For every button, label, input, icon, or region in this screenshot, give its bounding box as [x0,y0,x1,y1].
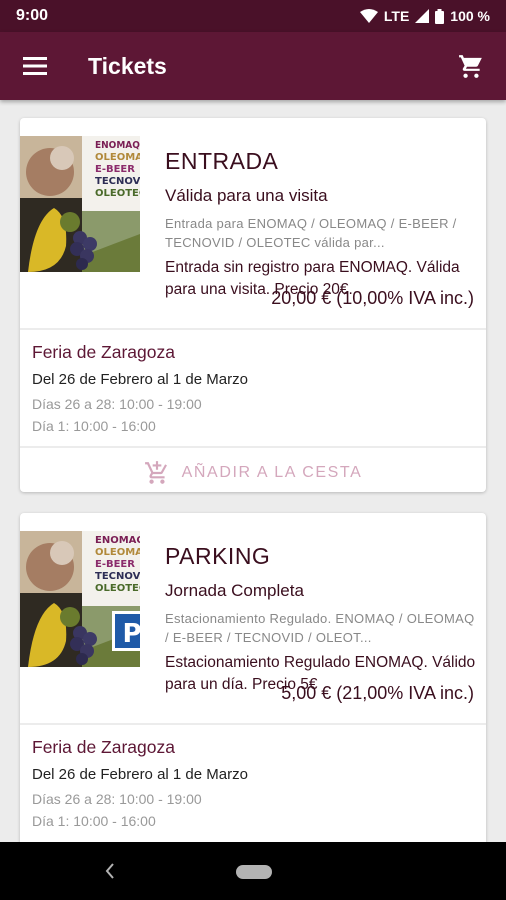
event-title: Feria de Zaragoza [32,342,175,362]
thumb-line-4: TECNOVID [95,176,140,187]
battery-icon [435,8,445,24]
battery-label: 100 % [450,8,490,24]
thumb-line-2: OLEOMAQ [95,547,140,558]
ticket-subtitle: Válida para una visita [165,186,328,205]
signal-icon [415,9,430,23]
cart-icon [459,55,482,78]
event-hours-1: Días 26 a 28: 10:00 - 19:00 [32,396,202,412]
ticket-name: ENTRADA [165,148,279,174]
thumb-line-5: OLEOTEC [95,188,140,199]
parking-badge: P [112,611,140,651]
system-nav-bar [0,842,506,900]
add-cart-icon [144,461,167,484]
back-button[interactable] [100,861,120,881]
ticket-price: 20,00 € (10,00% IVA inc.) [271,288,474,308]
status-time: 9:00 [16,7,49,24]
ticket-price: 5,00 € (21,00% IVA inc.) [281,683,474,703]
event-hours-1: Días 26 a 28: 10:00 - 19:00 [32,791,202,807]
ticket-short-description: Estacionamiento Regulado. ENOMAQ / OLEOM… [165,611,475,645]
network-label: LTE [383,8,410,24]
event-hours-2: Día 1: 10:00 - 16:00 [32,418,156,434]
thumb-line-4: TECNOVID [95,571,140,582]
thumb-line-3: E-BEER [95,559,135,570]
cart-button[interactable] [436,32,506,100]
ticket-card-parking[interactable]: ENOMAQ OLEOMAQ E-BEER TECNOVID OLEOTEC P… [20,513,486,842]
app-bar: Tickets [0,32,506,100]
event-title: Feria de Zaragoza [32,737,175,757]
ticket-thumbnail: ENOMAQ OLEOMAQ E-BEER TECNOVID OLEOTEC P [20,531,140,667]
event-hours-2: Día 1: 10:00 - 16:00 [32,813,156,829]
add-to-cart-button[interactable]: AÑADIR A LA CESTA [20,448,486,498]
event-dates: Del 26 de Febrero al 1 de Marzo [32,766,248,783]
back-chevron-icon [105,863,114,879]
menu-icon [23,57,47,75]
thumb-line-2: OLEOMAQ [95,152,140,163]
event-dates: Del 26 de Febrero al 1 de Marzo [32,371,248,388]
thumb-line-5: OLEOTEC [95,583,140,594]
page-title: Tickets [88,52,167,79]
ticket-short-description: Entrada para ENOMAQ / OLEOMAQ / E-BEER /… [165,216,457,250]
parking-badge-letter: P [122,619,140,649]
event-info: Feria de Zaragoza Del 26 de Febrero al 1… [20,330,486,446]
home-pill-button[interactable] [236,865,272,879]
status-bar: 9:00 LTE 100 % [0,0,506,32]
menu-button[interactable] [0,32,70,100]
ticket-info: PARKING Jornada Completa Estacionamiento… [165,543,476,696]
thumb-line-1: ENOMAQ [95,535,140,546]
thumb-line-1: ENOMAQ [95,140,140,151]
add-to-cart-label: AÑADIR A LA CESTA [181,464,363,481]
ticket-subtitle: Jornada Completa [165,581,304,600]
ticket-card-entrada[interactable]: ENOMAQ OLEOMAQ E-BEER TECNOVID OLEOTEC E… [20,118,486,492]
event-info: Feria de Zaragoza Del 26 de Febrero al 1… [20,725,486,841]
ticket-thumbnail: ENOMAQ OLEOMAQ E-BEER TECNOVID OLEOTEC [20,136,140,272]
ticket-list[interactable]: ENOMAQ OLEOMAQ E-BEER TECNOVID OLEOTEC E… [0,100,506,842]
status-icons: LTE 100 % [359,8,490,24]
ticket-name: PARKING [165,543,271,569]
wifi-icon [359,9,378,23]
ticket-info: ENTRADA Válida para una visita Entrada p… [165,148,476,301]
thumb-line-3: E-BEER [95,164,135,175]
